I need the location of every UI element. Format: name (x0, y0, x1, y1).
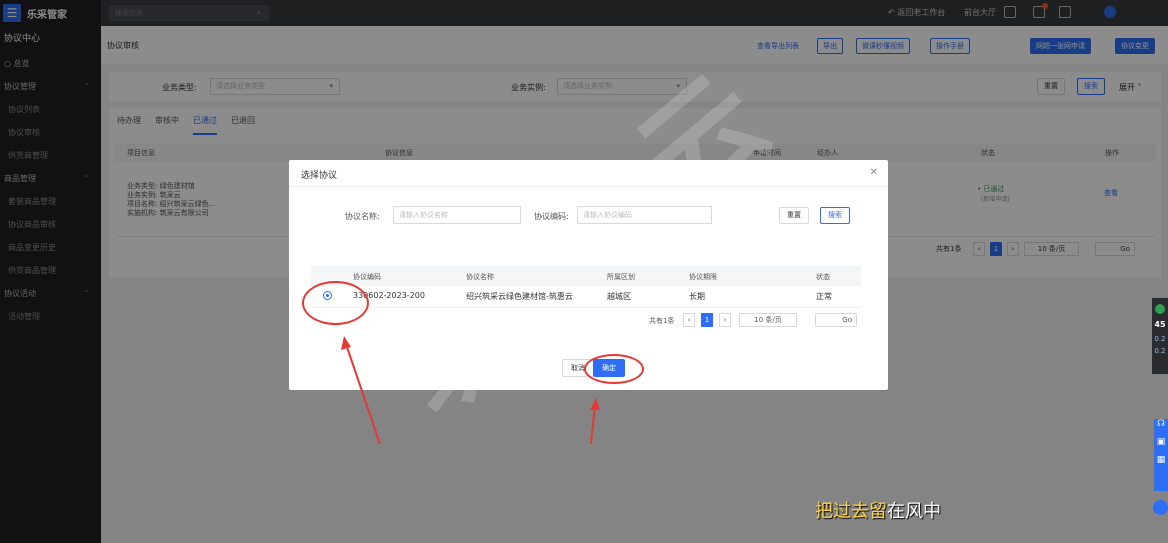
caption-part2: 在风中 (887, 501, 941, 522)
right-toolbar: ☊ ▣ ▦ (1154, 419, 1168, 491)
shield-icon (1155, 304, 1165, 314)
video-caption: 把过去留在风中 (815, 497, 941, 523)
calendar-icon[interactable]: ▣ (1154, 437, 1168, 455)
arrowhead-left (341, 336, 351, 350)
qrcode-icon[interactable]: ▦ (1154, 455, 1168, 473)
headset-icon[interactable]: ☊ (1154, 419, 1168, 437)
upload-speed: 0.2 (1154, 335, 1166, 343)
arrowhead-right (590, 398, 600, 410)
download-speed: 0.2 (1154, 347, 1166, 355)
arrow-line-left (345, 343, 381, 445)
speed-value: 45 (1154, 320, 1166, 329)
annotation-arrows (341, 336, 600, 445)
arrow-line-right (590, 404, 596, 445)
network-speed-widget[interactable]: 45 0.2 0.2 (1152, 298, 1168, 374)
chat-icon[interactable] (1153, 500, 1168, 515)
caption-part1: 把过去留 (815, 501, 887, 522)
